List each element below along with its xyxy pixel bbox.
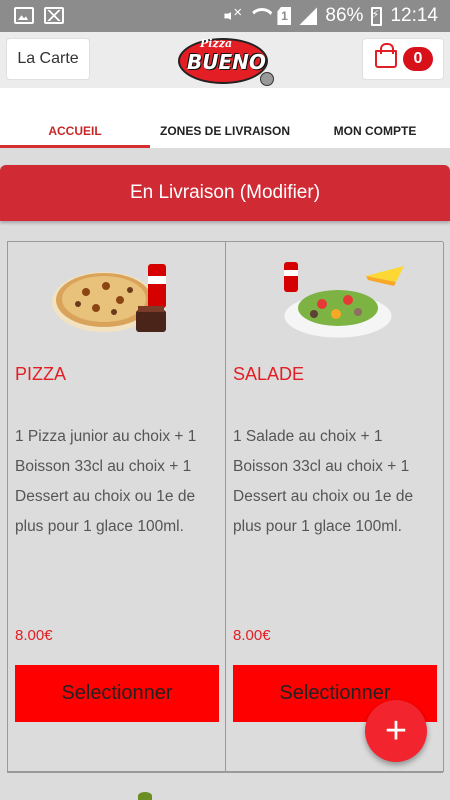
mute-icon (223, 4, 242, 25)
product-description: 1 Pizza junior au choix + 1 Boisson 33cl… (15, 428, 197, 535)
pizza-bueno-logo[interactable]: Pizza BUENO (178, 34, 274, 86)
product-grid: PIZZA 1 Pizza junior au choix + 1 Boisso… (7, 241, 444, 773)
gallery-notification-icon (14, 7, 34, 24)
cart-button[interactable]: 0 (362, 38, 444, 80)
battery-percent: 86% (325, 5, 364, 26)
logo-bueno-text: BUENO (187, 50, 266, 74)
tab-bar: ACCUEIL ZONES DE LIVRAISON MON COMPTE (0, 88, 450, 148)
product-price: 8.00€ (233, 627, 271, 644)
la-carte-button[interactable]: La Carte (6, 38, 90, 80)
tab-accueil[interactable]: ACCUEIL (0, 88, 150, 148)
product-description: 1 Salade au choix + 1 Boisson 33cl au ch… (233, 428, 414, 535)
product-card: SALADE 1 Salade au choix + 1 Boisson 33c… (226, 242, 444, 773)
wifi-icon (249, 8, 269, 24)
signal-icon (299, 7, 318, 25)
next-product-row (0, 772, 450, 800)
app-header: La Carte Pizza BUENO 0 (0, 32, 450, 88)
add-fab-button[interactable]: + (365, 700, 427, 762)
select-pizza-button[interactable]: Selectionner (15, 665, 219, 722)
cart-count-badge: 0 (403, 47, 433, 71)
active-tab-indicator (0, 145, 150, 148)
pizza-menu-image[interactable] (48, 256, 188, 340)
shopping-bag-icon (375, 43, 397, 68)
product-title: PIZZA (15, 364, 67, 384)
logo-chef-icon (260, 72, 274, 86)
next-product-image-peek (138, 792, 152, 800)
salad-menu-image[interactable] (266, 256, 406, 340)
delivery-mode-button[interactable]: En Livraison (Modifier) (0, 165, 450, 221)
tab-zones-de-livraison[interactable]: ZONES DE LIVRAISON (150, 88, 300, 148)
product-title: SALADE (233, 364, 305, 384)
mail-notification-icon (44, 7, 64, 24)
battery-icon (371, 6, 383, 26)
clock: 12:14 (390, 5, 438, 26)
sim-icon: 1 (277, 7, 292, 25)
product-price: 8.00€ (15, 627, 53, 644)
status-bar: 1 86% 12:14 (0, 0, 450, 32)
tab-mon-compte[interactable]: MON COMPTE (300, 88, 450, 148)
logo-pizza-text: Pizza (200, 37, 233, 50)
product-card: PIZZA 1 Pizza junior au choix + 1 Boisso… (8, 242, 226, 773)
